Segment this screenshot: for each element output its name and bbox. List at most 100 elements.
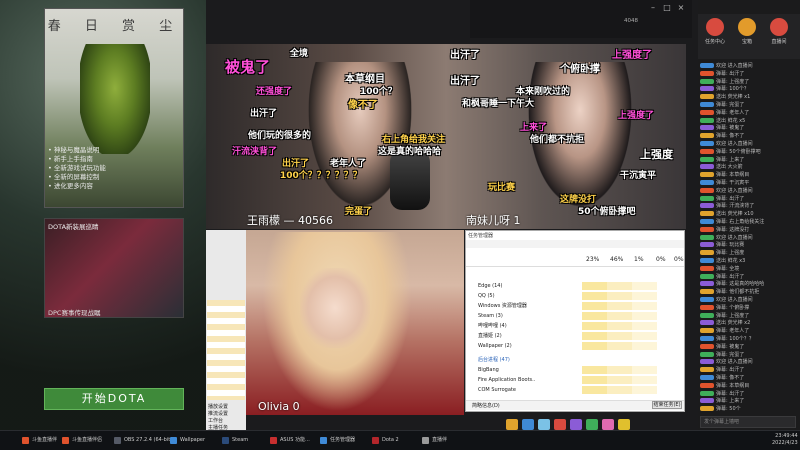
fire-icon[interactable] xyxy=(554,419,566,430)
taskbar-item[interactable]: 直播伴 xyxy=(420,434,447,447)
taskbar-item[interactable]: 任务管理器 xyxy=(318,434,355,447)
taskbar-item[interactable]: OBS 27.2.4 (64-bit.. xyxy=(112,434,173,447)
user-level-badge xyxy=(700,156,714,162)
start-dota-button[interactable]: 开始DOTA xyxy=(44,388,184,410)
chat-message-text: 欢迎 进入直播间 xyxy=(716,234,753,241)
user-level-badge xyxy=(700,133,714,139)
maximize-icon[interactable]: □ xyxy=(662,3,672,13)
side-label[interactable]: 工作台 xyxy=(208,418,228,425)
taskbar-item[interactable]: Wallpaper xyxy=(168,434,205,447)
chat-message: 弹幕: 老年人了 xyxy=(700,327,796,335)
user-level-badge xyxy=(700,94,714,100)
chat-message: 弹幕: 上来了 xyxy=(700,156,796,164)
user-level-badge xyxy=(700,203,714,209)
process-row[interactable]: Steam (3) xyxy=(466,312,684,320)
chat-message: 弹幕: 上强度 xyxy=(700,249,796,257)
promo-banner[interactable]: DOTA新装展巡睛 DPC赛事传现战瞩 xyxy=(44,218,184,318)
treasure-box-icon[interactable] xyxy=(738,18,756,36)
star-icon[interactable] xyxy=(618,419,630,430)
user-level-badge xyxy=(700,265,714,271)
guest-face-image xyxy=(300,268,370,348)
user-level-badge xyxy=(700,250,714,256)
system-clock[interactable]: 23:49:44 2022/4/23 xyxy=(772,433,798,447)
chat-message: 欢迎 进入直播间 xyxy=(700,187,796,195)
screen: 春 日 赏 尘 • 神秘与魔晶说明 • 新手上手指南 • 全新游戏试玩功能 • … xyxy=(0,0,800,450)
memory-percent: 46% xyxy=(610,256,624,263)
process-row[interactable]: Wallpaper (2) xyxy=(466,342,684,350)
chat-message: 弹幕: 出汗了 xyxy=(700,195,796,203)
chat-message: 弹幕: 像不了 xyxy=(700,132,796,140)
hero-banner-title: 春 日 赏 尘 xyxy=(47,19,183,34)
process-row[interactable]: Fire Application Boots.. xyxy=(466,376,684,384)
taskbar-item[interactable]: Dota 2 xyxy=(370,434,399,447)
taskbar-item[interactable]: Steam xyxy=(220,434,248,447)
nameplate-right: 南妹儿呀 1 xyxy=(466,214,521,227)
user-level-badge xyxy=(700,148,714,154)
feature-item: • 新手上手指南 xyxy=(48,155,93,163)
chat-message: 弹幕: 这是真的哈哈哈 xyxy=(700,280,796,288)
chat-message-text: 弹幕: 他们都不抗拒 xyxy=(716,289,760,296)
taskbar-item[interactable]: 斗鱼直播伴侣 xyxy=(60,434,102,447)
process-name: Fire Application Boots.. xyxy=(478,377,536,383)
side-label[interactable]: 播放设置 xyxy=(208,404,228,411)
clock-time: 23:49:44 xyxy=(775,433,798,439)
chat-message: 弹幕: 这牌没打 xyxy=(700,226,796,234)
heart-icon[interactable] xyxy=(602,419,614,430)
snow-icon[interactable] xyxy=(538,419,550,430)
chat-input[interactable]: 发个弹幕上墙吧 xyxy=(700,416,796,428)
process-row[interactable]: Edge (14) xyxy=(466,282,684,290)
process-row[interactable]: 直播姬 (2) xyxy=(466,332,684,340)
side-label[interactable]: 推流设置 xyxy=(208,411,228,418)
process-name: 直播姬 (2) xyxy=(478,333,502,339)
feature-item: • 神秘与魔晶说明 xyxy=(48,146,100,154)
chat-message-text: 弹幕: 上强度了 xyxy=(716,312,750,319)
chat-message: 弹幕: 本草纲目 xyxy=(700,171,796,179)
process-row[interactable]: 哔哩哔哩 (4) xyxy=(466,322,684,330)
hero-figure-image xyxy=(80,44,150,154)
user-level-badge xyxy=(700,211,714,217)
danmaku-comment: 完蛋了 xyxy=(345,207,373,217)
chat-message: 弹幕: 个俯卧撑 xyxy=(700,304,796,312)
live-room-icon[interactable] xyxy=(770,18,788,36)
process-row[interactable]: COM Surrogate xyxy=(466,386,684,394)
fewer-details-link[interactable]: 简略信息(D) xyxy=(472,402,500,409)
danmaku-comment: 这牌没打 xyxy=(560,195,597,205)
chat-message-text: 弹幕: 老年人了 xyxy=(716,109,750,116)
taskbar-item[interactable]: ASUS 功能... xyxy=(268,434,310,447)
process-row[interactable]: BigBang xyxy=(466,366,684,374)
danmaku-comment: 像不了 xyxy=(348,100,378,111)
chat-message-text: 弹幕: 被鬼了 xyxy=(716,125,745,132)
task-manager-tabs[interactable] xyxy=(466,240,684,248)
chat-message-text: 欢迎 进入直播间 xyxy=(716,359,753,366)
user-level-badge xyxy=(700,234,714,240)
danmaku-comment: 上强度了 xyxy=(618,111,655,121)
hero-feature-list: • 神秘与魔晶说明 • 新手上手指南 • 全新游戏试玩功能 • 全新的屏幕控制 … xyxy=(48,146,178,191)
task-manager-header xyxy=(466,255,684,267)
user-level-badge xyxy=(700,320,714,326)
gift-icon[interactable] xyxy=(506,419,518,430)
tool-icon[interactable] xyxy=(522,419,534,430)
taskbar-item[interactable]: 斗鱼直播伴 xyxy=(20,434,57,447)
stream-topbar xyxy=(470,0,692,38)
gem-icon[interactable] xyxy=(570,419,582,430)
user-level-badge xyxy=(700,141,714,146)
network-percent: 0% xyxy=(656,256,666,263)
user-level-badge xyxy=(700,289,714,295)
end-task-button[interactable]: 结束任务(E) xyxy=(652,401,682,409)
user-level-badge xyxy=(700,226,714,232)
danmaku-comment: 他们玩的很多的 xyxy=(248,131,312,141)
process-name: Wallpaper (2) xyxy=(478,343,512,349)
side-window-grid xyxy=(207,300,245,400)
user-level-badge xyxy=(700,86,714,92)
close-icon[interactable]: × xyxy=(676,3,686,13)
chat-message-text: 弹幕: 出汗了 xyxy=(716,70,745,77)
chat-message: 欢迎 进入直播间 xyxy=(700,296,796,304)
process-row[interactable]: Windows 资源管理器 xyxy=(466,302,684,310)
task-center-icon[interactable] xyxy=(706,18,724,36)
leaf-icon[interactable] xyxy=(586,419,598,430)
danmaku-comment: 出汗了 xyxy=(450,76,480,87)
cpu-percent: 23% xyxy=(586,256,600,263)
process-row[interactable]: QQ (5) xyxy=(466,292,684,300)
minimize-icon[interactable]: – xyxy=(648,3,658,13)
feature-item: • 全新的屏幕控制 xyxy=(48,173,100,181)
